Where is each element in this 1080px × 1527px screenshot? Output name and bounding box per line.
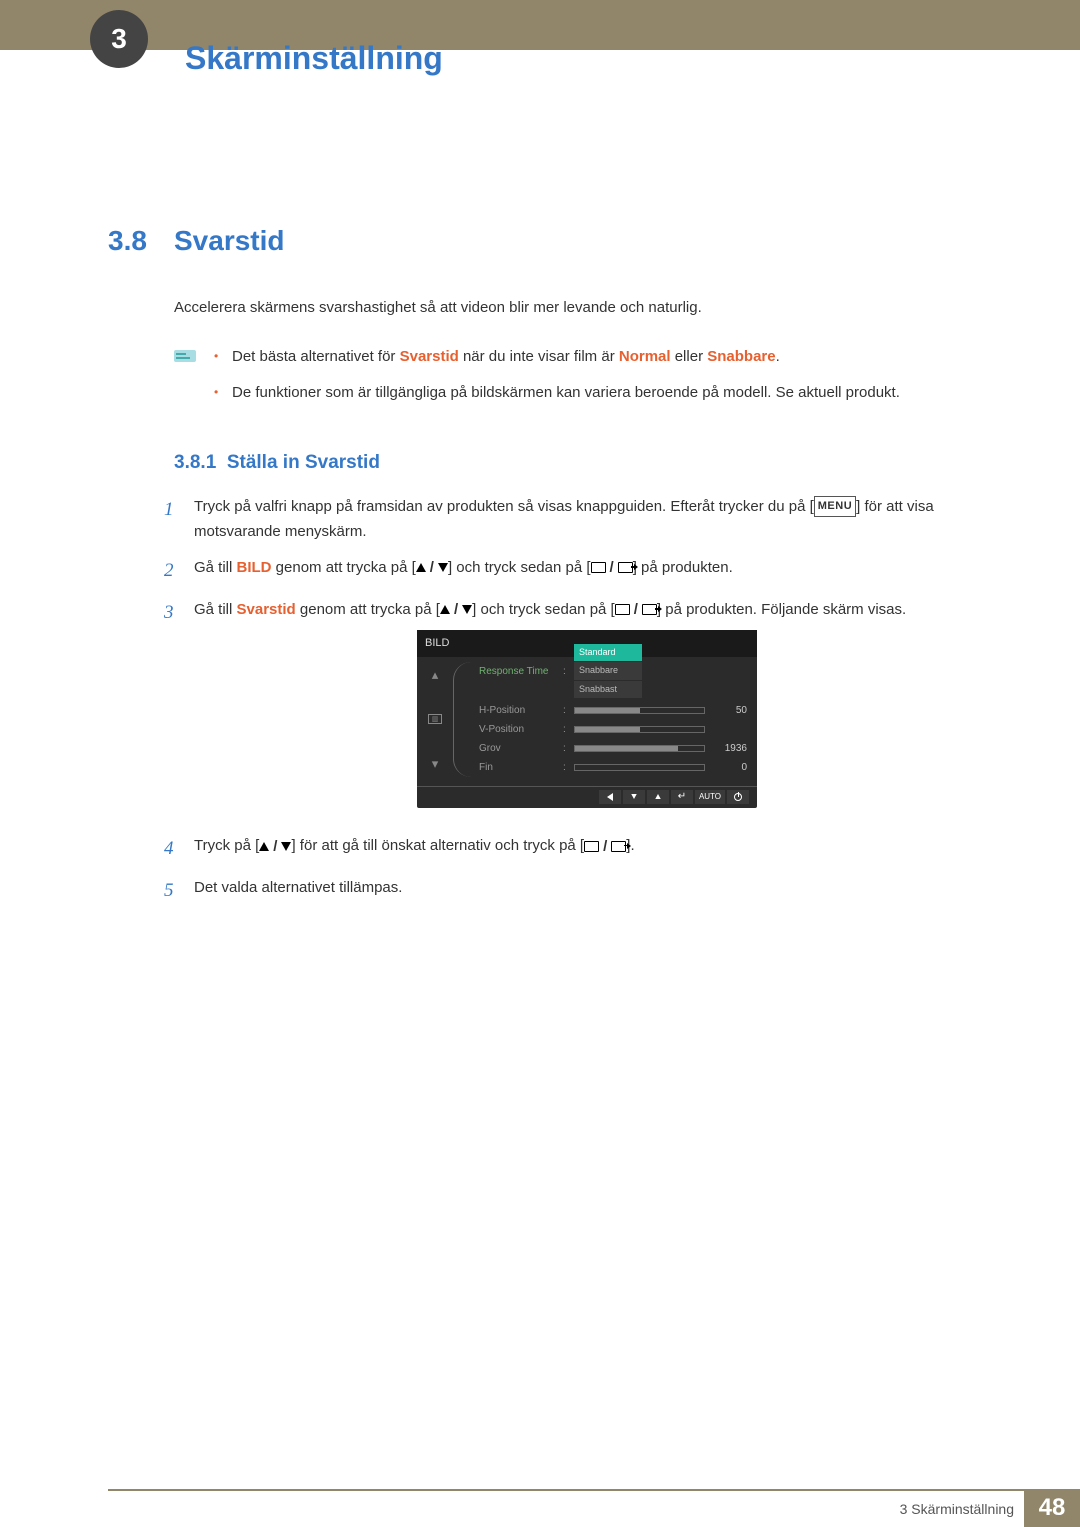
note-block: Det bästa alternativet för Svarstid när …	[174, 345, 980, 417]
text: genom att trycka på [	[296, 601, 440, 618]
osd-picture-icon: ▥	[428, 714, 442, 724]
osd-nav-up-icon	[647, 790, 669, 804]
osd-item-label: Response Time	[479, 663, 557, 680]
text: eller	[671, 348, 708, 365]
osd-down-arrow-icon: ▾	[432, 753, 439, 775]
updown-icon: /	[440, 602, 472, 617]
text: ] på produkten. Följande skärm visas.	[657, 601, 906, 618]
text: Tryck på valfri knapp på framsidan av pr…	[194, 498, 814, 515]
footer-text: 3 Skärminställning	[108, 1489, 1024, 1527]
chapter-badge: 3	[90, 10, 148, 68]
source-enter-icon: /	[591, 560, 633, 575]
osd-nav-left-icon	[599, 790, 621, 804]
osd-option: Snabbare	[574, 662, 642, 680]
text: ] och tryck sedan på [	[472, 601, 615, 618]
step-body: Gå till BILD genom att trycka på [/] och…	[194, 555, 980, 581]
osd-nav-power-icon	[727, 790, 749, 804]
step-body: Det valda alternativet tillämpas.	[194, 875, 980, 901]
text: ] på produkten.	[633, 559, 733, 576]
section-heading: 3.8 Svarstid	[108, 225, 980, 257]
step-item: 3 Gå till Svarstid genom att trycka på […	[164, 597, 980, 823]
osd-value: 1936	[717, 740, 747, 757]
osd-nav-auto: AUTO	[695, 790, 725, 804]
step-body: Gå till Svarstid genom att trycka på [/]…	[194, 597, 980, 823]
osd-value: 50	[717, 702, 747, 719]
osd-dropdown: Standard Snabbare Snabbast	[574, 644, 642, 699]
osd-nav-bar: ↵ AUTO	[417, 786, 757, 804]
subsection-number: 3.8.1	[174, 452, 216, 473]
osd-option: Snabbast	[574, 681, 642, 699]
text: .	[776, 348, 780, 365]
text: när du inte visar film är	[459, 348, 619, 365]
highlight: Snabbare	[707, 348, 775, 365]
step-item: 1 Tryck på valfri knapp på framsidan av …	[164, 494, 980, 545]
text: ] och tryck sedan på [	[448, 559, 591, 576]
steps-list: 1 Tryck på valfri knapp på framsidan av …	[164, 494, 980, 908]
osd-item-label: V-Position	[479, 721, 557, 738]
menu-key-icon: MENU	[814, 496, 856, 517]
highlight: Svarstid	[237, 601, 296, 618]
intro-text: Accelerera skärmens svarshastighet så at…	[174, 297, 980, 320]
highlight: Normal	[619, 348, 671, 365]
text: ] för att gå till önskat alternativ och …	[291, 837, 584, 854]
step-body: Tryck på valfri knapp på framsidan av pr…	[194, 494, 980, 545]
osd-option-selected: Standard	[574, 644, 642, 662]
step-number: 4	[164, 833, 194, 865]
text: genom att trycka på [	[272, 559, 416, 576]
step-body: Tryck på [/] för att gå till önskat alte…	[194, 833, 980, 859]
note-item: De funktioner som är tillgängliga på bil…	[214, 381, 980, 405]
osd-item-label: Grov	[479, 740, 557, 757]
header-bar	[0, 0, 1080, 50]
osd-nav-enter-icon: ↵	[671, 790, 693, 804]
subsection-title: Ställa in Svarstid	[227, 452, 380, 473]
section-title: Svarstid	[174, 225, 285, 257]
osd-value: 0	[717, 759, 747, 776]
note-icon	[174, 347, 196, 368]
osd-item-label: Fin	[479, 759, 557, 776]
text: Gå till	[194, 559, 237, 576]
source-enter-icon: /	[584, 839, 626, 854]
footer: 3 Skärminställning 48	[0, 1489, 1080, 1527]
step-number: 3	[164, 597, 194, 629]
highlight: BILD	[237, 559, 272, 576]
text: Gå till	[194, 601, 237, 618]
osd-up-arrow-icon: ▴	[432, 664, 439, 686]
osd-slider	[574, 707, 705, 714]
subsection-heading: 3.8.1 Ställa in Svarstid	[174, 452, 980, 474]
step-number: 1	[164, 494, 194, 526]
page-title: Skärminställning	[185, 40, 443, 77]
highlight: Svarstid	[400, 348, 459, 365]
osd-screenshot: BILD ▴ ▥ ▾ Response Time :	[417, 630, 757, 808]
updown-icon: /	[416, 560, 448, 575]
note-item: Det bästa alternativet för Svarstid när …	[214, 345, 980, 369]
step-item: 2 Gå till BILD genom att trycka på [/] o…	[164, 555, 980, 587]
text: Tryck på [	[194, 837, 259, 854]
step-item: 4 Tryck på [/] för att gå till önskat al…	[164, 833, 980, 865]
page-number: 48	[1024, 1489, 1080, 1527]
updown-icon: /	[259, 839, 291, 854]
text: Det bästa alternativet för	[232, 348, 400, 365]
osd-slider	[574, 764, 705, 771]
osd-item-label: H-Position	[479, 702, 557, 719]
step-number: 5	[164, 875, 194, 907]
source-enter-icon: /	[615, 602, 657, 617]
step-item: 5 Det valda alternativet tillämpas.	[164, 875, 980, 907]
note-list: Det bästa alternativet för Svarstid när …	[214, 345, 980, 417]
step-number: 2	[164, 555, 194, 587]
osd-slider	[574, 726, 705, 733]
content: 3.8 Svarstid Accelerera skärmens svarsha…	[0, 50, 1080, 908]
osd-slider	[574, 745, 705, 752]
osd-nav-down-icon	[623, 790, 645, 804]
section-number: 3.8	[108, 225, 174, 257]
